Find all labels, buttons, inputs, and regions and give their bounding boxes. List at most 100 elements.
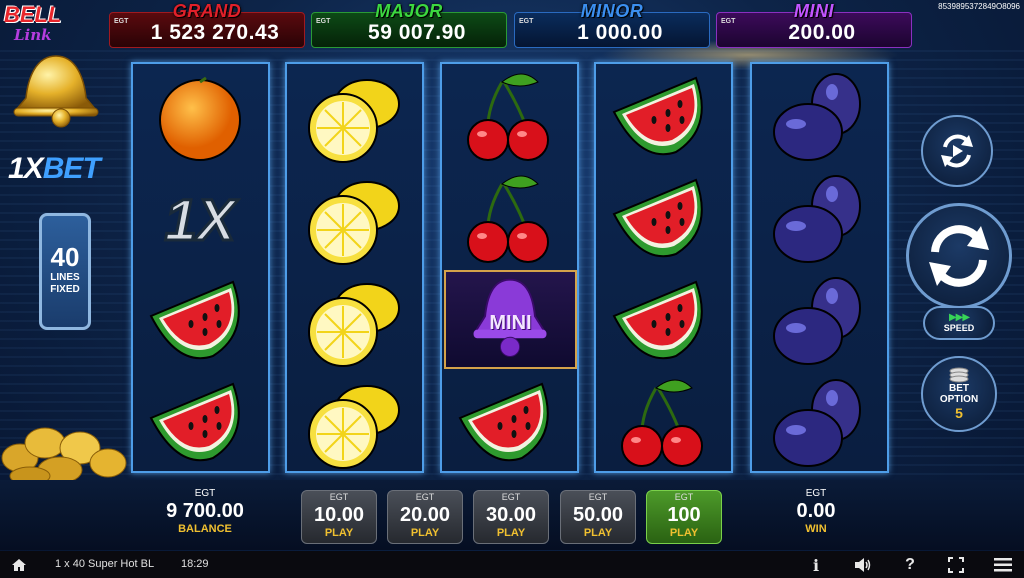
lines-label: LINES bbox=[50, 272, 80, 283]
bet-option-button[interactable]: BET OPTION 5 bbox=[921, 356, 997, 432]
jackpot-minor-value: 1 000.00 bbox=[577, 21, 663, 44]
jackpot-major-title: MAJOR bbox=[375, 1, 443, 21]
bet-label: PLAY bbox=[496, 527, 526, 539]
win-provider: EGT bbox=[805, 488, 827, 499]
gold-coins-icon bbox=[1, 427, 127, 486]
brand-part1: 1X bbox=[8, 152, 44, 185]
jackpot-grand-value: 1 523 270.43 bbox=[150, 21, 280, 44]
golden-bell-icon bbox=[13, 55, 99, 128]
lines-fixed-badge: 40 LINES FIXED bbox=[39, 213, 91, 330]
bet-button-5[interactable]: EGT 100 PLAY bbox=[646, 490, 722, 544]
bet-provider: EGT bbox=[588, 492, 608, 502]
watermelon-symbol bbox=[596, 272, 731, 374]
speed-icon: ▶▶▶ bbox=[948, 311, 970, 323]
cherry-symbol bbox=[596, 374, 731, 476]
jackpot-mini-title: MINI bbox=[794, 1, 834, 21]
bet-label: PLAY bbox=[669, 527, 699, 539]
bet-label: PLAY bbox=[583, 527, 613, 539]
lemon-symbol bbox=[287, 374, 422, 476]
balance-display: EGT 9 700.00 BALANCE bbox=[150, 488, 260, 535]
bet-value: 100 bbox=[667, 504, 701, 526]
jackpot-major-value: 59 007.90 bbox=[368, 21, 466, 44]
status-bar: 1 x 40 Super Hot BL 18:29 i ? bbox=[0, 551, 1024, 578]
menu-icon[interactable] bbox=[993, 555, 1013, 575]
autoplay-button[interactable] bbox=[921, 115, 993, 187]
bet-button-1[interactable]: EGT 10.00 PLAY bbox=[301, 490, 377, 544]
win-value: 0.00 bbox=[796, 500, 836, 522]
bet-value: 10.00 bbox=[313, 504, 365, 526]
sound-icon[interactable] bbox=[853, 555, 873, 575]
bet-option-value: 5 bbox=[955, 405, 963, 421]
reel-1: 1X bbox=[131, 62, 270, 473]
jackpot-grand: EGT GRAND 1 523 270.43 bbox=[109, 1, 305, 48]
game-logo-link: Link bbox=[14, 26, 52, 44]
lemon-symbol bbox=[287, 272, 422, 374]
jackpot-mini-value: 200.00 bbox=[788, 21, 856, 44]
jackpot-minor-title: MINOR bbox=[580, 1, 644, 21]
mini-bell-symbol: MINI bbox=[444, 270, 577, 369]
jackpot-grand-title: GRAND bbox=[172, 1, 242, 21]
reel-2 bbox=[285, 62, 424, 473]
reel-3: MINI bbox=[440, 62, 579, 473]
spin-button[interactable] bbox=[906, 203, 1012, 309]
cherry-symbol bbox=[442, 68, 577, 170]
watermelon-symbol bbox=[442, 374, 577, 476]
lemon-symbol bbox=[287, 68, 422, 170]
jackpot-major: EGT MAJOR 59 007.90 bbox=[311, 1, 507, 48]
watermelon-symbol bbox=[133, 374, 268, 476]
lines-count: 40 bbox=[50, 242, 80, 272]
bet-provider: EGT bbox=[415, 492, 435, 502]
chips-icon bbox=[949, 367, 969, 383]
win-label: WIN bbox=[805, 523, 827, 535]
mini-bell-label: MINI bbox=[489, 312, 532, 334]
jackpot-mini: EGT MINI 200.00 bbox=[716, 1, 912, 48]
clock: 18:29 bbox=[181, 558, 209, 570]
bet-option-label: BET bbox=[949, 383, 969, 394]
info-icon[interactable]: i bbox=[806, 555, 826, 575]
bet-value: 50.00 bbox=[572, 504, 624, 526]
lines-fixed-label: FIXED bbox=[50, 284, 80, 295]
session-id: 8539895372849O8096 bbox=[938, 2, 1020, 11]
bet-provider: EGT bbox=[674, 492, 694, 502]
brand-part2: BET bbox=[42, 152, 101, 185]
lemon-symbol bbox=[287, 170, 422, 272]
speed-button[interactable]: ▶▶▶ SPEED bbox=[923, 306, 995, 340]
plum-symbol bbox=[752, 272, 887, 374]
bet-button-3[interactable]: EGT 30.00 PLAY bbox=[473, 490, 549, 544]
bet-button-2[interactable]: EGT 20.00 PLAY bbox=[387, 490, 463, 544]
bet-provider: EGT bbox=[501, 492, 521, 502]
plum-symbol bbox=[752, 170, 887, 272]
reel-4 bbox=[594, 62, 733, 473]
svg-text:1X: 1X bbox=[165, 188, 239, 253]
plum-symbol bbox=[752, 68, 887, 170]
bet-option-label2: OPTION bbox=[939, 394, 979, 405]
bet-button-4[interactable]: EGT 50.00 PLAY bbox=[560, 490, 636, 544]
speed-label: SPEED bbox=[943, 322, 975, 333]
watermelon-symbol bbox=[596, 170, 731, 272]
brand-logo: 1XBET bbox=[8, 152, 101, 186]
help-icon[interactable]: ? bbox=[900, 555, 920, 575]
orange-symbol bbox=[133, 68, 268, 170]
plum-symbol bbox=[752, 374, 887, 476]
bet-label: PLAY bbox=[410, 527, 440, 539]
fullscreen-icon[interactable] bbox=[946, 555, 966, 575]
home-icon[interactable] bbox=[9, 555, 29, 575]
bet-value: 20.00 bbox=[399, 504, 451, 526]
bet-value: 30.00 bbox=[485, 504, 537, 526]
1x-symbol: 1X bbox=[133, 170, 268, 272]
win-display: EGT 0.00 WIN bbox=[770, 488, 862, 535]
reel-5 bbox=[750, 62, 889, 473]
spin-icon bbox=[929, 225, 989, 287]
watermelon-symbol bbox=[133, 272, 268, 374]
cherry-symbol bbox=[442, 170, 577, 272]
jackpot-minor: EGT MINOR 1 000.00 bbox=[514, 1, 710, 48]
balance-provider: EGT bbox=[194, 488, 216, 499]
autoplay-icon bbox=[941, 134, 973, 168]
watermelon-symbol bbox=[596, 68, 731, 170]
balance-label: BALANCE bbox=[178, 523, 232, 535]
game-name: 1 x 40 Super Hot BL bbox=[55, 558, 155, 570]
balance-value: 9 700.00 bbox=[166, 500, 244, 522]
bet-label: PLAY bbox=[324, 527, 354, 539]
bet-provider: EGT bbox=[329, 492, 349, 502]
game-logo-bell: BELL bbox=[4, 2, 62, 27]
